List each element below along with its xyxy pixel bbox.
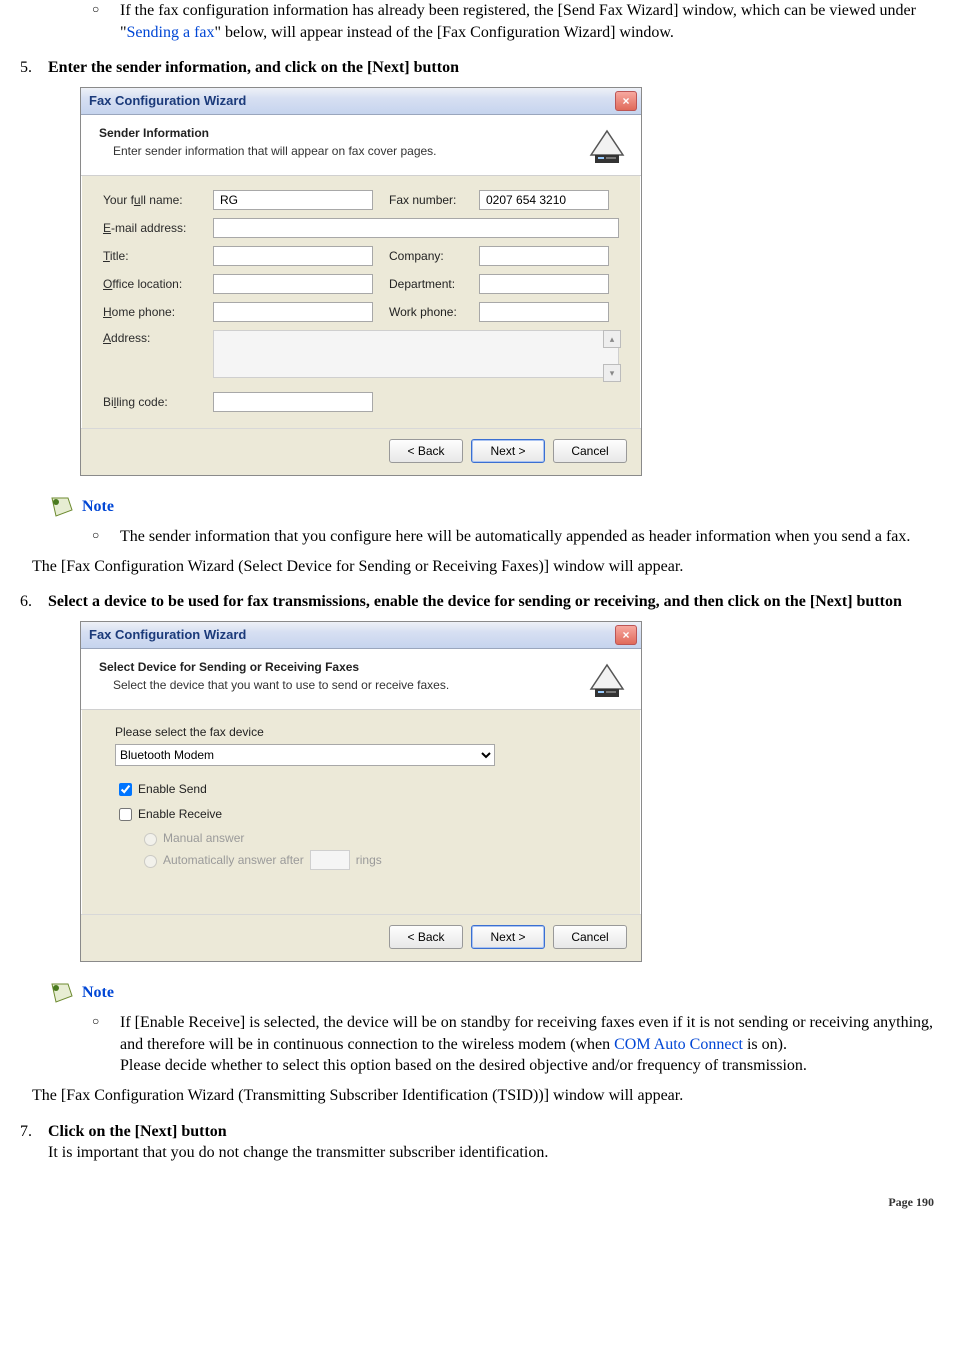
intro-bullet-post: " below, will appear instead of the [Fax… (215, 24, 674, 41)
footer-page-number: 190 (916, 1195, 934, 1209)
header-subtitle: Enter sender information that will appea… (99, 143, 437, 159)
com-auto-connect-link[interactable]: COM Auto Connect (614, 1036, 743, 1053)
next-button[interactable]: Next > (471, 925, 545, 949)
step-5-text: Enter the sender information, and click … (48, 57, 934, 79)
select-fax-device-label: Please select the fax device (115, 724, 619, 740)
close-icon[interactable]: × (615, 625, 637, 645)
cancel-button[interactable]: Cancel (553, 925, 627, 949)
step-7-title: Click on the [Next] button (48, 1121, 934, 1143)
note-icon (48, 980, 74, 1006)
dialog-titlebar: Fax Configuration Wizard × (81, 88, 641, 115)
step-7-sub: It is important that you do not change t… (48, 1142, 934, 1164)
label-email: E-mail address: (103, 220, 213, 236)
label-fullname: Your full name: (103, 192, 213, 208)
dialog-title: Fax Configuration Wizard (89, 92, 246, 110)
step-5: 5. Enter the sender information, and cli… (20, 57, 934, 79)
note-2-line1b: is on). (743, 1036, 787, 1053)
enable-send-checkbox[interactable] (119, 783, 132, 796)
label-company: Company: (389, 248, 479, 264)
intro-bullet: If the fax configuration information has… (80, 0, 934, 43)
step-5-number: 5. (20, 57, 48, 79)
fax-icon (585, 125, 629, 169)
step-6-text: Select a device to be used for fax trans… (48, 591, 934, 613)
fax-icon (585, 659, 629, 703)
step-6-number: 6. (20, 591, 48, 613)
enable-send-label: Enable Send (138, 781, 207, 797)
auto-answer-label: Automatically answer after (163, 852, 304, 868)
fax-config-wizard-device-dialog: Fax Configuration Wizard × Select Device… (80, 621, 642, 962)
title-input[interactable] (213, 246, 373, 266)
label-address: Address: (103, 330, 213, 346)
scroll-up-icon[interactable]: ▴ (603, 330, 621, 348)
note-2: Note (48, 980, 934, 1006)
enable-receive-checkbox[interactable] (119, 808, 132, 821)
note-1: Note (48, 494, 934, 520)
department-input[interactable] (479, 274, 609, 294)
label-homephone: Home phone: (103, 304, 213, 320)
step-7: 7. Click on the [Next] button It is impo… (20, 1121, 934, 1164)
paragraph-select-device: The [Fax Configuration Wizard (Select De… (32, 556, 934, 578)
fullname-input[interactable] (213, 190, 373, 210)
step-6: 6. Select a device to be used for fax tr… (20, 591, 934, 613)
dialog-header: Sender Information Enter sender informat… (81, 115, 641, 176)
note-label: Note (82, 982, 114, 1004)
footer-label: Page (888, 1195, 916, 1209)
scroll-down-icon[interactable]: ▾ (603, 364, 621, 382)
paragraph-tsid: The [Fax Configuration Wizard (Transmitt… (32, 1085, 934, 1107)
dialog-titlebar: Fax Configuration Wizard × (81, 622, 641, 649)
manual-answer-label: Manual answer (163, 830, 244, 846)
header-title: Select Device for Sending or Receiving F… (99, 659, 449, 675)
manual-answer-radio (144, 833, 157, 846)
billing-input[interactable] (213, 392, 373, 412)
header-subtitle: Select the device that you want to use t… (99, 677, 449, 693)
sending-a-fax-link[interactable]: Sending a fax (127, 24, 215, 41)
note-label: Note (82, 496, 114, 518)
back-button[interactable]: < Back (389, 925, 463, 949)
label-title: Title: (103, 248, 213, 264)
next-button[interactable]: Next > (471, 439, 545, 463)
homephone-input[interactable] (213, 302, 373, 322)
fax-config-wizard-sender-dialog: Fax Configuration Wizard × Sender Inform… (80, 87, 642, 476)
note-1-bullet: The sender information that you configur… (80, 526, 934, 548)
fax-device-select[interactable]: Bluetooth Modem (115, 744, 495, 766)
dialog-header: Select Device for Sending or Receiving F… (81, 649, 641, 710)
rings-spinner (310, 850, 350, 870)
fax-number-input[interactable] (479, 190, 609, 210)
label-dept: Department: (389, 276, 479, 292)
workphone-input[interactable] (479, 302, 609, 322)
dialog-title: Fax Configuration Wizard (89, 626, 246, 644)
step-7-number: 7. (20, 1121, 48, 1164)
enable-receive-label: Enable Receive (138, 806, 222, 822)
note-icon (48, 494, 74, 520)
close-icon[interactable]: × (615, 91, 637, 111)
address-textarea[interactable] (213, 330, 619, 378)
office-input[interactable] (213, 274, 373, 294)
company-input[interactable] (479, 246, 609, 266)
rings-label: rings (356, 852, 382, 868)
back-button[interactable]: < Back (389, 439, 463, 463)
cancel-button[interactable]: Cancel (553, 439, 627, 463)
label-office: Office location: (103, 276, 213, 292)
label-fax: Fax number: (389, 192, 479, 208)
auto-answer-radio (144, 855, 157, 868)
note-2-line2: Please decide whether to select this opt… (120, 1057, 807, 1074)
label-workphone: Work phone: (389, 304, 479, 320)
note-2-line1a: If [Enable Receive] is selected, the dev… (120, 1014, 933, 1053)
note-2-bullet: If [Enable Receive] is selected, the dev… (80, 1012, 934, 1077)
label-billing: Billing code: (103, 394, 213, 410)
page-footer: Page 190 (20, 1194, 934, 1210)
email-input[interactable] (213, 218, 619, 238)
header-title: Sender Information (99, 125, 437, 141)
